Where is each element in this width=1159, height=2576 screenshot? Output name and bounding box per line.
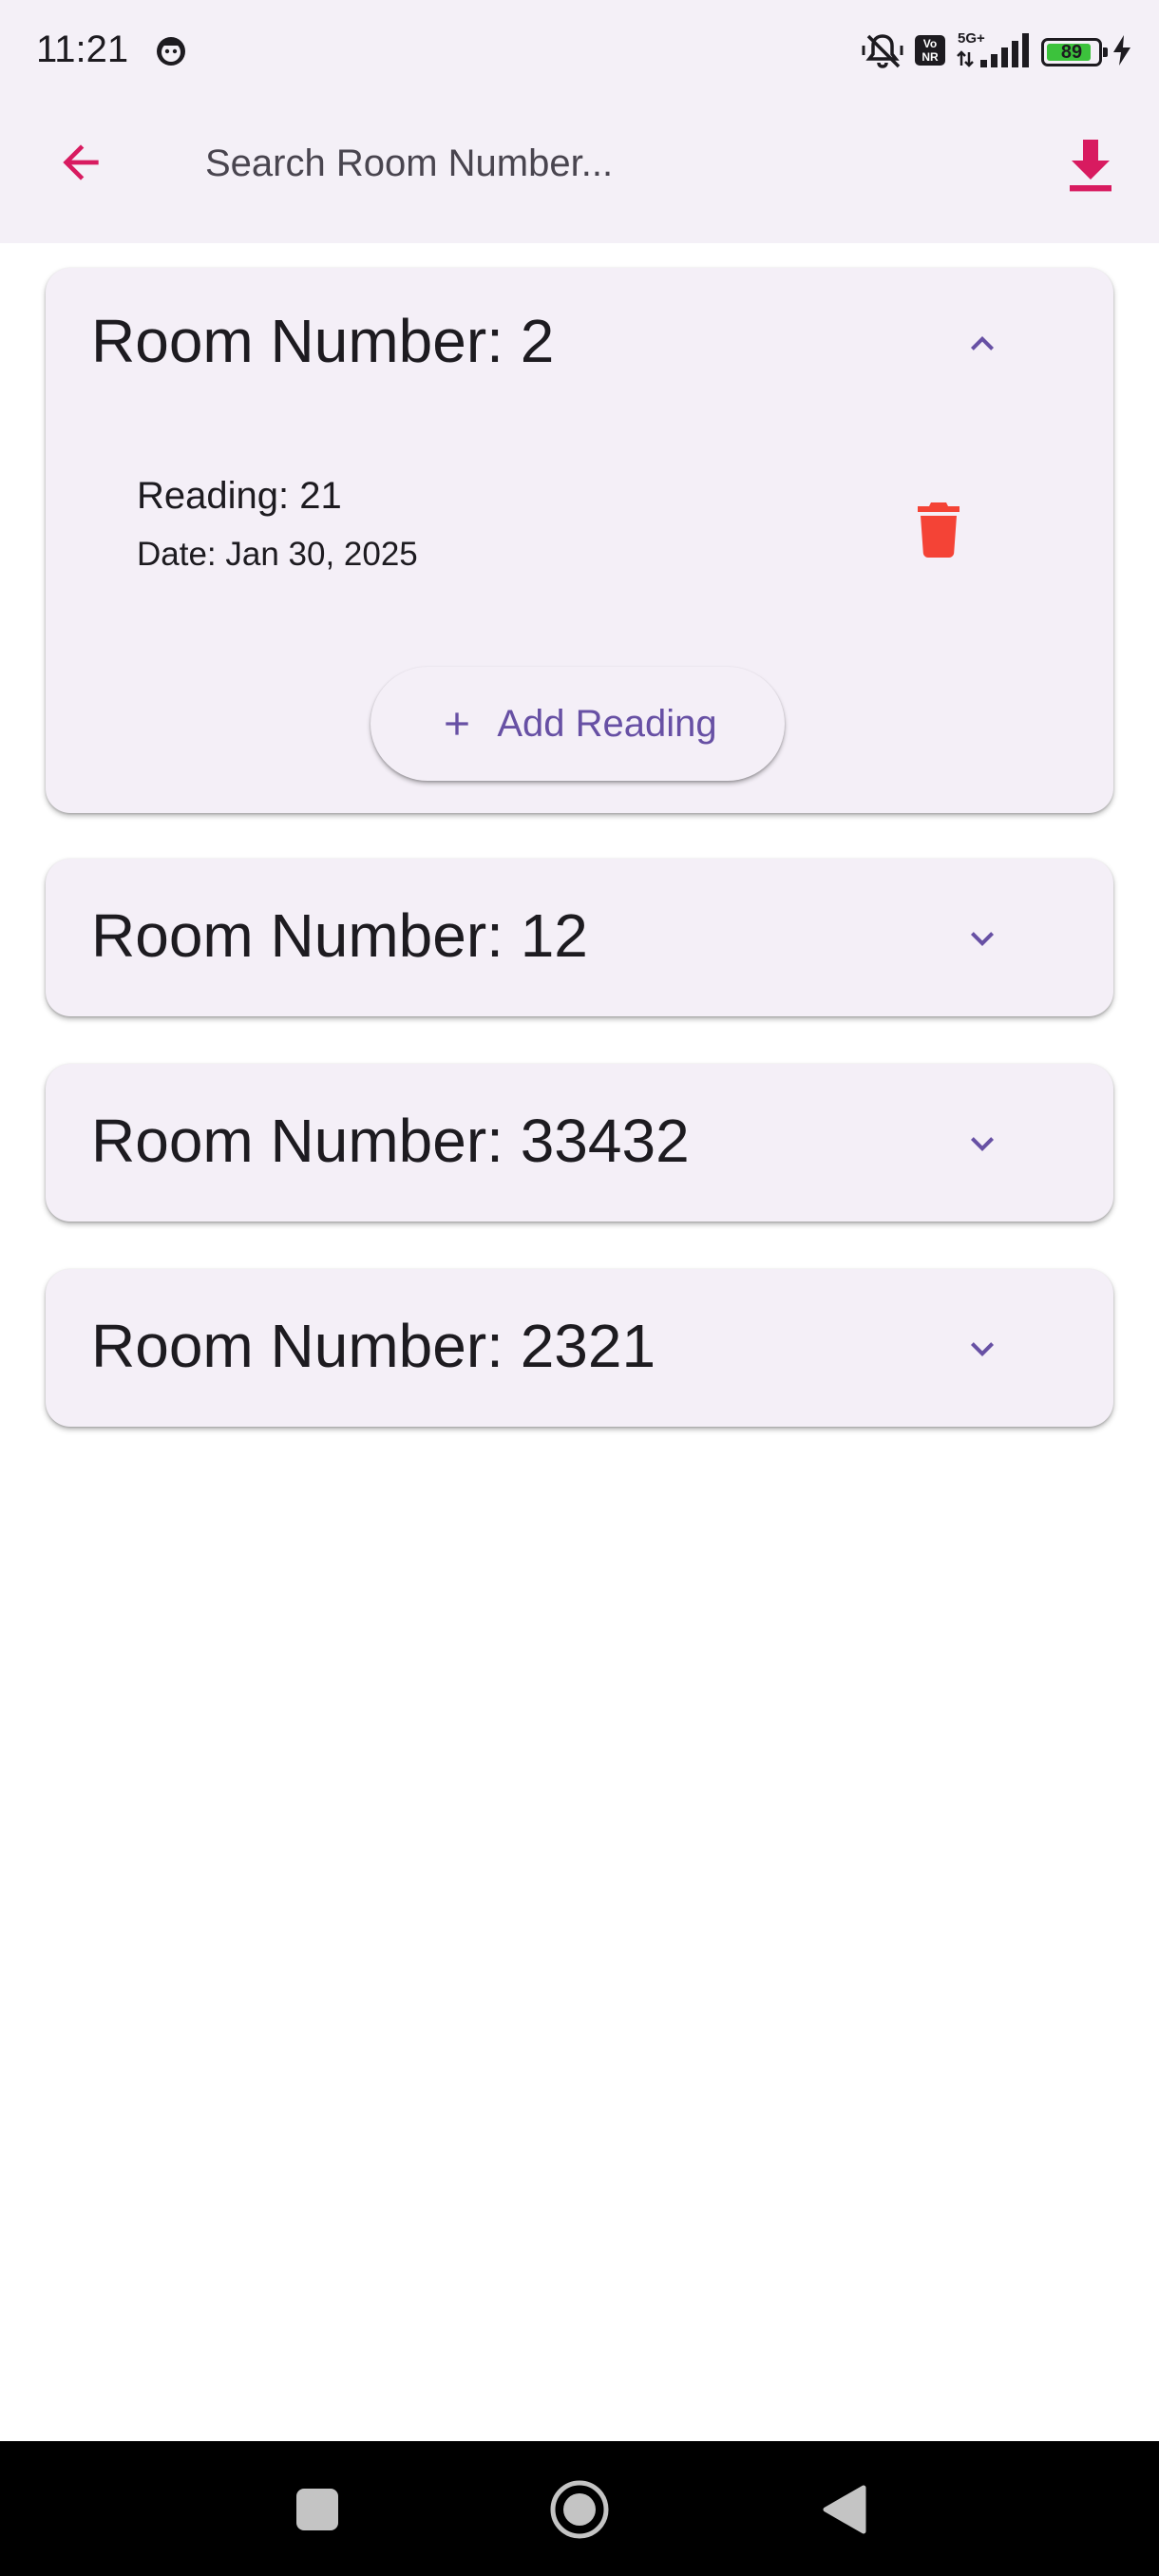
download-icon — [1070, 140, 1112, 192]
svg-text:Vo: Vo — [923, 37, 937, 50]
download-button[interactable] — [1054, 129, 1127, 201]
circle-home-icon — [550, 2480, 609, 2539]
add-reading-button[interactable]: Add Reading — [370, 667, 785, 781]
room-card: Room Number: 2 Reading: 21 Date: Jan 30,… — [46, 268, 1113, 813]
svg-text:NR: NR — [922, 50, 939, 64]
arrow-back-icon — [63, 144, 99, 180]
room-title: Room Number: 33432 — [91, 1107, 690, 1175]
app-notification-icon — [154, 34, 188, 68]
room-card-header[interactable]: Room Number: 2 — [46, 268, 1113, 420]
reading-date: Date: Jan 30, 2025 — [137, 536, 418, 573]
reading-value: Reading: 21 — [137, 475, 342, 517]
battery-level: 89 — [1060, 41, 1083, 63]
room-title: Room Number: 12 — [91, 901, 588, 970]
chevron-down-icon[interactable] — [956, 1117, 1009, 1170]
search-input[interactable] — [205, 133, 984, 194]
home-button[interactable] — [545, 2475, 614, 2544]
room-card[interactable]: Room Number: 2321 — [46, 1269, 1113, 1427]
back-button[interactable] — [48, 129, 114, 196]
signal-5g-icon: 5G+ — [956, 29, 1032, 76]
charging-bolt-icon — [1112, 34, 1132, 71]
status-icons: Vo NR 5G+ 89 — [861, 28, 1132, 76]
system-navigation-bar — [0, 2441, 1159, 2576]
recents-button[interactable] — [283, 2475, 352, 2544]
trash-icon — [918, 502, 960, 558]
battery-icon: 89 — [1041, 38, 1108, 66]
app-header: 11:21 Vo NR 5G+ 89 Search Room Number... — [0, 0, 1159, 243]
room-card[interactable]: Room Number: 12 — [46, 859, 1113, 1016]
room-card[interactable]: Room Number: 33432 — [46, 1064, 1113, 1222]
plus-icon — [446, 712, 469, 735]
status-time: 11:21 — [36, 28, 129, 70]
silent-bell-icon — [861, 28, 904, 77]
back-nav-button[interactable] — [809, 2475, 878, 2544]
room-title: Room Number: 2321 — [91, 1312, 656, 1380]
square-recents-icon — [296, 2489, 338, 2530]
chevron-down-icon[interactable] — [956, 912, 1009, 965]
volte-icon: Vo NR — [914, 34, 946, 71]
room-title: Room Number: 2 — [91, 307, 555, 375]
add-reading-label: Add Reading — [497, 702, 717, 745]
triangle-back-icon — [823, 2485, 866, 2534]
chevron-up-icon[interactable] — [956, 317, 1009, 370]
network-label: 5G+ — [958, 30, 985, 47]
delete-reading-button[interactable] — [908, 492, 969, 568]
chevron-down-icon[interactable] — [956, 1322, 1009, 1375]
